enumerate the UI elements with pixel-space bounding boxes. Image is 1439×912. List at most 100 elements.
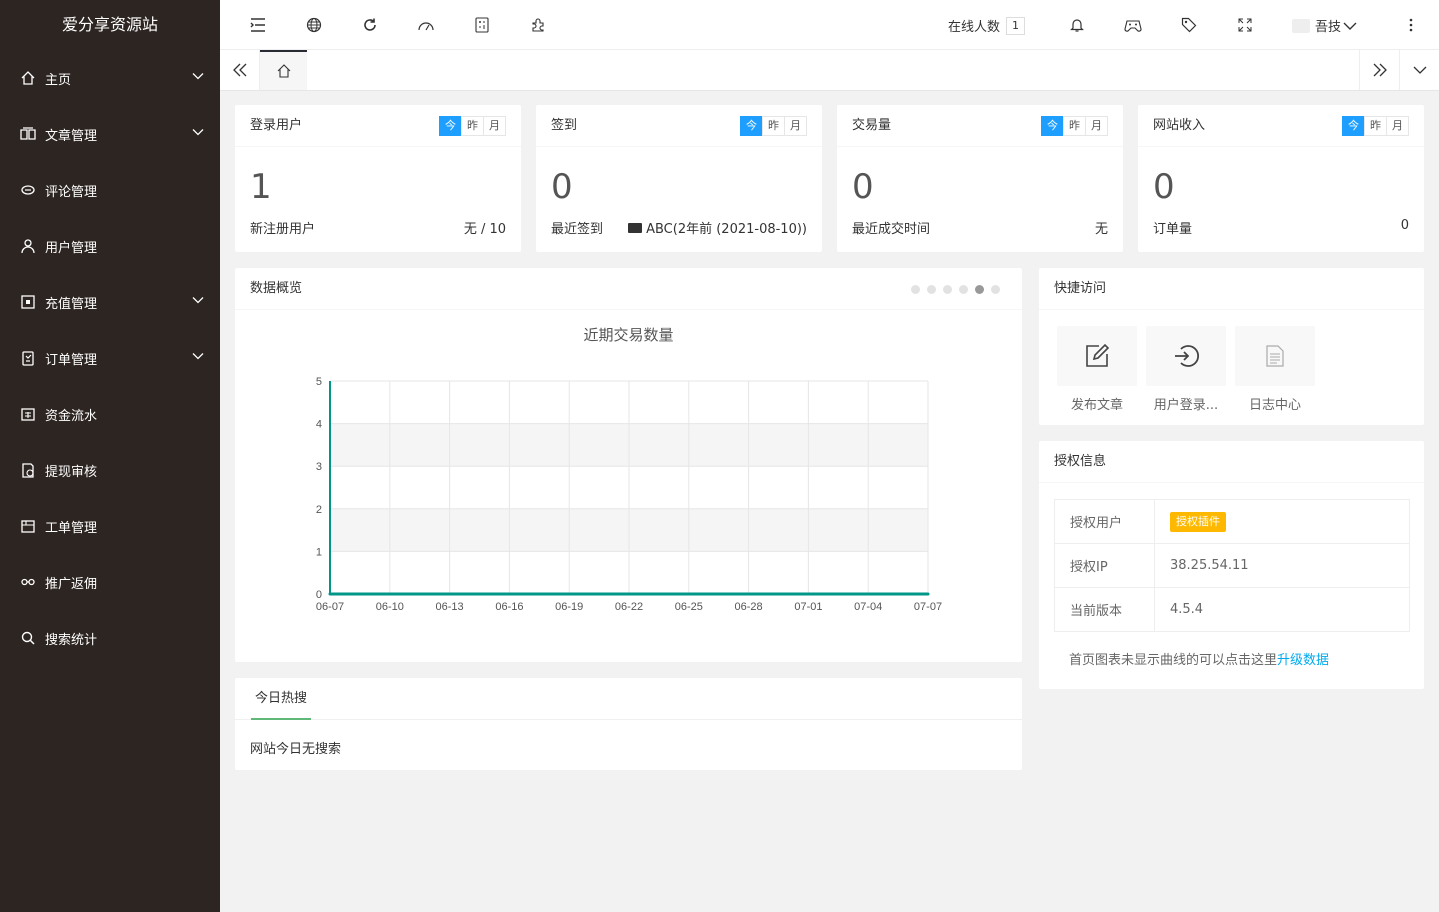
bell-icon[interactable] <box>1067 15 1087 35</box>
quick-access-label: 日志中心 <box>1248 398 1301 413</box>
quick-publish-article[interactable]: 发布文章 <box>1057 326 1137 413</box>
data-point <box>747 592 751 596</box>
sidebar-item-label: 资金流水 <box>45 408 98 424</box>
quick-log-center[interactable]: 日志中心 <box>1235 326 1315 413</box>
sidebar-item-articles[interactable]: 文章管理 <box>0 106 220 162</box>
sidebar-item-tickets[interactable]: 工单管理 <box>0 498 220 554</box>
username: 吾技 <box>1315 20 1342 35</box>
auth-plugin-badge[interactable]: 授权插件 <box>1170 511 1226 532</box>
avatar <box>1292 18 1310 33</box>
stat-foot-label: 最近签到 <box>551 222 604 237</box>
period-tab-today[interactable]: 今 <box>1342 116 1365 136</box>
period-tab-yesterday[interactable]: 昨 <box>1364 116 1387 136</box>
menu-toggle-icon[interactable] <box>248 15 268 35</box>
website-icon[interactable] <box>304 15 324 35</box>
stat-card-login-users: 登录用户 今昨月 1 新注册用户 无 / 10 <box>235 105 521 252</box>
tab-home[interactable] <box>260 50 307 90</box>
data-point <box>388 592 392 596</box>
data-point <box>687 592 691 596</box>
period-tab-yesterday[interactable]: 昨 <box>1063 116 1086 136</box>
stat-foot-value: 无 <box>1094 222 1108 237</box>
theme-icon[interactable] <box>1123 15 1143 35</box>
sidebar-item-affiliate[interactable]: 推广返佣 <box>0 554 220 610</box>
tabs-menu-button[interactable] <box>1399 50 1439 90</box>
stat-card-header: 登录用户 今昨月 <box>235 105 521 147</box>
period-tab-today[interactable]: 今 <box>740 116 763 136</box>
fullscreen-icon[interactable] <box>1235 15 1255 35</box>
calculator-icon[interactable] <box>472 15 492 35</box>
tabs-scroll-right-button[interactable] <box>1359 50 1399 90</box>
auth-key: 授权IP <box>1054 543 1155 588</box>
money-flow-icon <box>20 406 36 422</box>
plugin-icon[interactable] <box>528 15 548 35</box>
quick-user-login[interactable]: 用户登录... <box>1146 326 1226 413</box>
chevron-down-icon <box>1343 22 1357 30</box>
sidebar-item-orders[interactable]: 订单管理 <box>0 330 220 386</box>
refresh-icon[interactable] <box>360 15 380 35</box>
stat-card-revenue: 网站收入 今昨月 0 订单量 0 <box>1138 105 1424 252</box>
data-point <box>926 592 930 596</box>
sidebar-item-label: 搜索统计 <box>45 632 98 648</box>
data-point <box>328 592 332 596</box>
auth-key: 当前版本 <box>1054 587 1155 632</box>
stat-card-header: 网站收入 今昨月 <box>1138 105 1424 147</box>
period-tabs: 今昨月 <box>1342 116 1409 136</box>
period-tab-month[interactable]: 月 <box>483 116 506 136</box>
y-tick-label: 3 <box>316 461 322 473</box>
tag-icon[interactable] <box>1179 15 1199 35</box>
period-tab-month[interactable]: 月 <box>1386 116 1409 136</box>
top-header: 在线人数 1 吾技 <box>220 0 1439 50</box>
user-menu[interactable]: 吾技 <box>1292 16 1357 35</box>
period-tab-today[interactable]: 今 <box>439 116 462 136</box>
x-tick-label: 06-25 <box>675 601 703 613</box>
period-tabs: 今昨月 <box>740 116 807 136</box>
period-tab-month[interactable]: 月 <box>784 116 807 136</box>
tabs-scroll-left-button[interactable] <box>220 50 260 90</box>
double-chevron-left-icon <box>232 63 246 77</box>
data-point <box>806 592 810 596</box>
online-users: 在线人数 1 <box>948 16 1026 35</box>
stat-title: 签到 <box>551 118 578 133</box>
data-point <box>627 592 631 596</box>
sidebar-item-search-stats[interactable]: 搜索统计 <box>0 610 220 666</box>
sidebar-item-comments[interactable]: 评论管理 <box>0 162 220 218</box>
quick-access-card: 快捷访问 发布文章 用户登录... 日志中心 <box>1039 268 1424 425</box>
ticket-icon <box>20 518 36 534</box>
sidebar: 爱分享资源站 主页 文章管理 评论管理 用户管理充值管理订单管理资金流水提现审核工单管… <box>0 0 220 912</box>
double-chevron-right-icon <box>1373 63 1387 77</box>
recharge-icon <box>20 294 36 310</box>
sidebar-item-funds[interactable]: 资金流水 <box>0 386 220 442</box>
search-icon <box>20 630 36 646</box>
chevron-down-icon <box>1413 66 1426 74</box>
chevron-down-icon <box>192 353 204 360</box>
y-tick-label: 4 <box>316 419 322 431</box>
comment-icon <box>20 182 36 198</box>
chevron-down-icon <box>192 129 204 136</box>
hot-search-card: 今日热搜 网站今日无搜索 <box>235 678 1022 770</box>
x-tick-label: 06-13 <box>436 601 464 613</box>
stat-foot-value-wrap: ABC(2年前 (2021-08-10)) <box>628 218 807 237</box>
period-tab-yesterday[interactable]: 昨 <box>762 116 785 136</box>
auth-value: 38.25.54.11 <box>1154 543 1410 588</box>
more-vertical-icon[interactable] <box>1401 15 1421 35</box>
period-tab-yesterday[interactable]: 昨 <box>461 116 484 136</box>
user-icon <box>20 238 36 254</box>
stat-card-header: 交易量 今昨月 <box>837 105 1123 147</box>
upgrade-data-link[interactable]: 升级数据 <box>1277 653 1329 668</box>
sidebar-item-withdraw[interactable]: 提现审核 <box>0 442 220 498</box>
sidebar-item-home[interactable]: 主页 <box>0 50 220 106</box>
sidebar-item-label: 工单管理 <box>45 520 98 536</box>
sidebar-item-users[interactable]: 用户管理 <box>0 218 220 274</box>
quick-access-header: 快捷访问 <box>1039 268 1424 310</box>
tab-today-hot[interactable]: 今日热搜 <box>251 678 312 720</box>
period-tab-month[interactable]: 月 <box>1085 116 1108 136</box>
y-tick-label: 5 <box>316 376 322 388</box>
site-logo[interactable]: 爱分享资源站 <box>0 0 220 50</box>
x-tick-label: 06-07 <box>316 601 344 613</box>
auth-info-card: 授权信息 授权用户 授权插件 授权IP 38.25.54.11 当前版本 4.5… <box>1039 441 1424 689</box>
auth-value: 授权插件 <box>1154 499 1410 544</box>
sidebar-item-label: 充值管理 <box>45 296 98 312</box>
sidebar-item-recharge[interactable]: 充值管理 <box>0 274 220 330</box>
period-tab-today[interactable]: 今 <box>1041 116 1064 136</box>
dashboard-icon[interactable] <box>416 15 436 35</box>
